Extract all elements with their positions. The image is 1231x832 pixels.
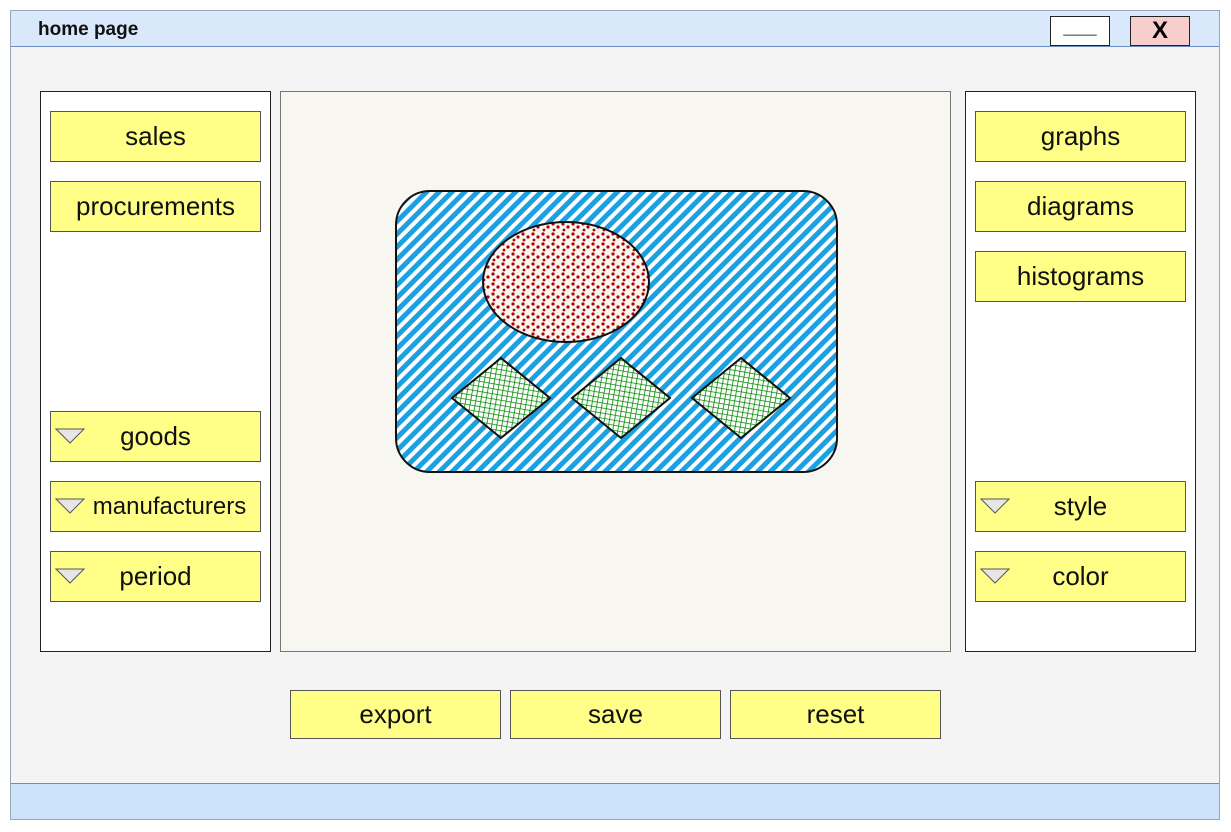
color-dropdown-label: color <box>1052 561 1109 591</box>
color-dropdown[interactable]: color <box>975 551 1186 602</box>
export-button[interactable]: export <box>290 690 501 739</box>
status-bar <box>11 783 1219 819</box>
period-dropdown-label: period <box>119 561 192 591</box>
dotted-ellipse <box>482 221 650 343</box>
diagrams-button[interactable]: diagrams <box>975 181 1186 232</box>
save-button[interactable]: save <box>510 690 721 739</box>
right-panel: graphs diagrams histograms style color <box>965 91 1196 652</box>
title-bar: home page ___ X <box>11 11 1219 47</box>
reset-button[interactable]: reset <box>730 690 941 739</box>
manufacturers-dropdown[interactable]: manufacturers <box>50 481 261 532</box>
triangle-down-icon <box>55 428 85 444</box>
style-dropdown[interactable]: style <box>975 481 1186 532</box>
triangle-down-icon <box>980 568 1010 584</box>
histograms-button[interactable]: histograms <box>975 251 1186 302</box>
preview-canvas[interactable] <box>280 91 951 652</box>
style-dropdown-label: style <box>1053 491 1108 521</box>
minimize-label: ___ <box>1063 15 1097 38</box>
sales-button[interactable]: sales <box>50 111 261 162</box>
triangle-down-icon <box>980 498 1010 514</box>
graphs-button[interactable]: graphs <box>975 111 1186 162</box>
goods-dropdown[interactable]: goods <box>50 411 261 462</box>
period-dropdown[interactable]: period <box>50 551 261 602</box>
left-panel: sales procurements goods manufacturers p… <box>40 91 271 652</box>
triangle-down-icon <box>55 498 85 514</box>
goods-dropdown-label: goods <box>120 421 191 451</box>
close-button[interactable]: X <box>1130 16 1190 46</box>
triangle-down-icon <box>55 568 85 584</box>
app-window: home page ___ X sales procurements goods… <box>10 10 1220 820</box>
preview-illustration <box>395 190 838 473</box>
window-title: home page <box>38 19 139 40</box>
manufacturers-dropdown-label: manufacturers <box>92 492 247 520</box>
minimize-button[interactable]: ___ <box>1050 16 1110 46</box>
procurements-button[interactable]: procurements <box>50 181 261 232</box>
